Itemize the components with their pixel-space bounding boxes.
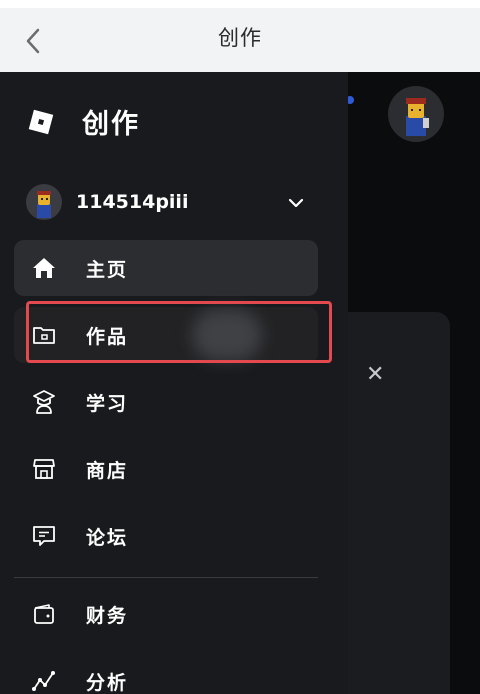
title-bar: 创作 xyxy=(0,0,480,72)
nav-item-store[interactable]: 商店 xyxy=(14,441,318,497)
side-drawer: 创作 114514piii 主页 作品 学习 商店 论坛 财务 分析 xyxy=(0,72,348,694)
primary-nav: 主页 作品 学习 商店 论坛 xyxy=(14,240,332,575)
highlight-box xyxy=(26,301,332,363)
nav-label: 分析 xyxy=(86,671,129,694)
app-page: ✕ 创作 创作 114514piii 主页 作品 学习 商店 论坛 财务 分析 xyxy=(0,0,480,694)
nav-item-forum[interactable]: 论坛 xyxy=(14,508,318,564)
page-title: 创作 xyxy=(218,26,262,50)
nav-divider xyxy=(14,577,318,578)
close-icon[interactable]: ✕ xyxy=(366,362,384,387)
nav-item-analytics[interactable]: 分析 xyxy=(14,653,318,694)
username: 114514piii xyxy=(76,191,189,213)
brand-header: 创作 xyxy=(26,102,140,141)
roblox-logo-icon xyxy=(26,107,56,137)
wallet-icon xyxy=(30,600,58,628)
blur-overlay xyxy=(192,309,262,361)
nav-label: 主页 xyxy=(86,258,129,281)
secondary-nav: 财务 分析 xyxy=(14,586,318,694)
nav-label: 学习 xyxy=(86,392,129,415)
chevron-down-icon[interactable] xyxy=(288,194,304,213)
nav-label: 论坛 xyxy=(86,526,129,549)
brand-title: 创作 xyxy=(82,109,140,140)
home-icon xyxy=(30,254,58,282)
analytics-icon xyxy=(30,667,58,694)
nav-item-finance[interactable]: 财务 xyxy=(14,586,318,642)
nav-item-learn[interactable]: 学习 xyxy=(14,374,318,430)
avatar xyxy=(26,184,62,220)
nav-label: 作品 xyxy=(86,325,129,348)
folder-icon xyxy=(30,321,58,349)
nav-label: 财务 xyxy=(86,604,129,627)
nav-label: 商店 xyxy=(86,459,129,482)
account-switcher[interactable]: 114514piii xyxy=(26,182,310,222)
nav-item-creations[interactable]: 作品 xyxy=(14,301,332,363)
header-avatar[interactable] xyxy=(388,86,444,142)
forum-icon xyxy=(30,522,58,550)
nav-item-home[interactable]: 主页 xyxy=(14,240,318,296)
graduation-icon xyxy=(30,388,58,416)
store-icon xyxy=(30,455,58,483)
